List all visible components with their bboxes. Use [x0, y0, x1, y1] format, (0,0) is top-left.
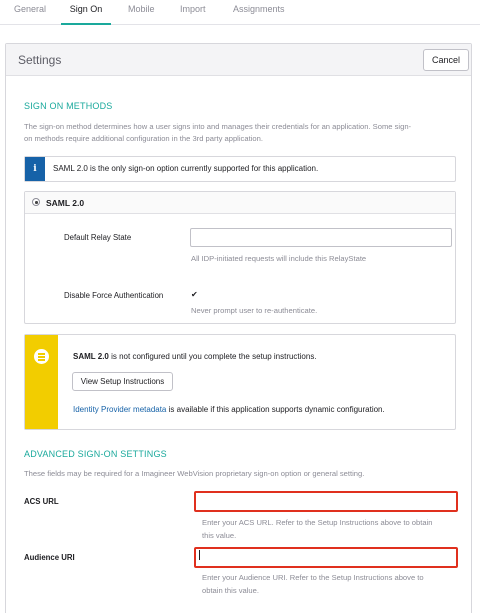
- acs-url-label: ACS URL: [24, 497, 59, 506]
- tab-general[interactable]: General: [14, 4, 46, 25]
- list-icon: [34, 349, 49, 364]
- settings-title: Settings: [18, 53, 62, 67]
- hint-line: this value.: [202, 531, 237, 540]
- description-line: on methods require additional configurat…: [24, 134, 263, 143]
- hint-line: Enter your ACS URL. Refer to the Setup I…: [202, 518, 433, 527]
- idp-metadata-line: Identity Provider metadata is available …: [73, 405, 385, 414]
- saml-bold-text: SAML 2.0: [73, 352, 109, 361]
- settings-panel: Settings Cancel SIGN ON METHODS The sign…: [5, 43, 472, 613]
- saml-option-box: SAML 2.0 Default Relay State All IDP-ini…: [24, 191, 456, 324]
- audience-uri-hint: Enter your Audience URI. Refer to the Se…: [202, 571, 424, 597]
- idp-metadata-text: is available if this application support…: [166, 405, 385, 414]
- setup-notice-text: SAML 2.0 is not configured until you com…: [73, 352, 317, 361]
- default-relay-state-hint: All IDP-initiated requests will include …: [191, 254, 367, 263]
- info-text: SAML 2.0 is the only sign-on option curr…: [53, 164, 319, 173]
- audience-uri-input[interactable]: [194, 547, 458, 568]
- idp-metadata-link[interactable]: Identity Provider metadata: [73, 405, 166, 414]
- disable-force-auth-checkbox[interactable]: ✔: [191, 291, 198, 299]
- info-bar: i: [25, 157, 45, 181]
- warning-bar: [25, 335, 58, 429]
- audience-uri-field: [194, 547, 458, 568]
- saml-option-label: SAML 2.0: [46, 198, 85, 208]
- tab-mobile[interactable]: Mobile: [128, 4, 155, 25]
- info-icon: i: [33, 164, 37, 174]
- setup-notice-message: is not configured until you complete the…: [108, 352, 317, 361]
- hint-line: Enter your Audience URI. Refer to the Se…: [202, 573, 424, 582]
- radio-selected-dot: [35, 201, 38, 204]
- cancel-button[interactable]: Cancel: [423, 49, 469, 71]
- info-callout: i SAML 2.0 is the only sign-on option cu…: [24, 156, 456, 182]
- disable-force-auth-label: Disable Force Authentication: [64, 291, 164, 300]
- setup-notice: SAML 2.0 is not configured until you com…: [24, 334, 456, 430]
- advanced-settings-description: These fields may be required for a Imagi…: [24, 469, 365, 478]
- sign-on-methods-heading: SIGN ON METHODS: [24, 101, 113, 111]
- advanced-settings-heading: ADVANCED SIGN-ON SETTINGS: [24, 449, 167, 459]
- default-relay-state-input[interactable]: [190, 228, 452, 247]
- disable-force-auth-hint: Never prompt user to re-authenticate.: [191, 306, 318, 315]
- saml-option-header: SAML 2.0: [25, 192, 455, 214]
- tab-sign-on[interactable]: Sign On: [61, 4, 111, 25]
- settings-header: Settings Cancel: [6, 44, 471, 76]
- acs-url-hint: Enter your ACS URL. Refer to the Setup I…: [202, 516, 432, 542]
- tab-assignments[interactable]: Assignments: [233, 4, 285, 25]
- default-relay-state-label: Default Relay State: [64, 233, 132, 242]
- tab-import[interactable]: Import: [180, 4, 206, 25]
- acs-url-input[interactable]: [194, 491, 458, 512]
- saml-radio[interactable]: [32, 198, 40, 206]
- text-caret: [199, 550, 200, 560]
- view-setup-instructions-button[interactable]: View Setup Instructions: [72, 372, 173, 391]
- app-tabs: General Sign On Mobile Import Assignment…: [0, 0, 480, 25]
- sign-on-methods-description: The sign-on method determines how a user…: [24, 121, 464, 145]
- hint-line: obtain this value.: [202, 586, 259, 595]
- description-line: The sign-on method determines how a user…: [24, 122, 412, 131]
- audience-uri-label: Audience URI: [24, 553, 75, 562]
